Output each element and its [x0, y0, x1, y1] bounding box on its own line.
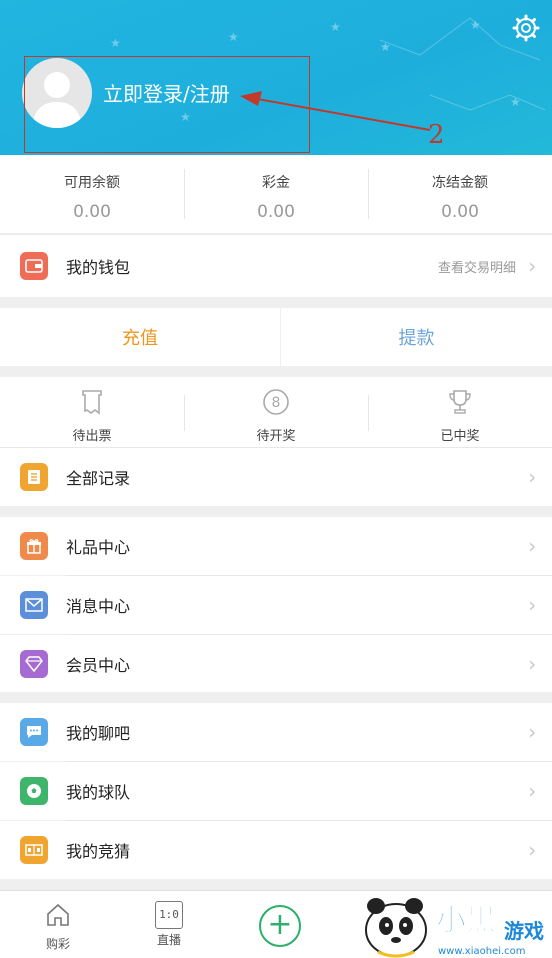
- svg-text:小黑: 小黑: [436, 903, 496, 938]
- all-records-label: 全部记录: [66, 469, 131, 488]
- gift-center-row[interactable]: 礼品中心 ›: [0, 517, 552, 575]
- site-watermark-logo: 小黑 游戏 www.xiaohei.com: [365, 898, 544, 958]
- ticket-status-bar: 待出票 8 待开奖 已中奖: [0, 377, 552, 448]
- ticket-icon: [82, 390, 102, 415]
- gift-center-label: 礼品中心: [66, 538, 131, 557]
- chevron-right-icon: ›: [525, 534, 538, 558]
- pending-draw-tab[interactable]: 8 待开奖: [184, 377, 368, 447]
- tab-buy-lottery-label: 购彩: [45, 937, 70, 951]
- balance-available[interactable]: 可用余额 0.00: [0, 155, 184, 233]
- trophy-icon: [449, 390, 471, 414]
- balance-value: 0.00: [73, 202, 111, 222]
- chevron-right-icon: ›: [525, 838, 538, 862]
- gift-icon: [20, 532, 48, 560]
- my-chat-label: 我的聊吧: [66, 724, 131, 743]
- annotation-number: 2: [428, 120, 445, 150]
- recharge-button[interactable]: 充值: [0, 308, 280, 366]
- balance-frozen[interactable]: 冻结金额 0.00: [368, 155, 552, 233]
- envelope-icon: [20, 591, 48, 619]
- wallet-icon: [20, 252, 48, 280]
- all-records-row[interactable]: 全部记录 ›: [0, 448, 552, 506]
- add-button[interactable]: +: [259, 905, 301, 947]
- chevron-right-icon: ›: [525, 651, 538, 676]
- tab-buy-lottery[interactable]: 购彩: [8, 891, 108, 952]
- my-team-label: 我的球队: [66, 783, 131, 802]
- balance-bonus[interactable]: 彩金 0.00: [184, 155, 368, 233]
- wallet-row[interactable]: 我的钱包 查看交易明细 ›: [0, 234, 552, 297]
- number-8-icon: 8: [263, 389, 289, 415]
- transaction-details-link[interactable]: 查看交易明细: [438, 257, 516, 276]
- tab-live-label: 直播: [156, 933, 181, 947]
- chevron-right-icon: ›: [525, 254, 538, 278]
- chevron-right-icon: ›: [525, 593, 538, 617]
- pending-draw-label: 待开奖: [256, 429, 296, 444]
- balance-label: 可用余额: [64, 175, 120, 191]
- pending-issue-tab[interactable]: 待出票: [0, 377, 184, 447]
- my-guess-row[interactable]: 我的竞猜 ›: [0, 821, 552, 879]
- balance-summary: 可用余额 0.00 彩金 0.00 冻结金额 0.00: [0, 155, 552, 233]
- balance-label: 彩金: [262, 175, 290, 191]
- message-center-label: 消息中心: [66, 597, 131, 616]
- my-team-row[interactable]: 我的球队 ›: [0, 762, 552, 820]
- chevron-right-icon: ›: [525, 720, 538, 744]
- chevron-right-icon: ›: [525, 465, 538, 489]
- chat-icon: [20, 718, 48, 746]
- message-center-row[interactable]: 消息中心 ›: [0, 576, 552, 634]
- member-center-label: 会员中心: [66, 655, 131, 675]
- document-icon: [20, 463, 48, 491]
- svg-text:游戏: 游戏: [504, 919, 544, 943]
- won-tab[interactable]: 已中奖: [368, 377, 552, 447]
- annotation-arrow: [240, 91, 431, 131]
- member-center-row[interactable]: 会员中心 ›: [0, 635, 552, 692]
- my-chat-row[interactable]: 我的聊吧 ›: [0, 703, 552, 761]
- svg-text:8: 8: [272, 395, 281, 411]
- wallet-label: 我的钱包: [66, 258, 131, 277]
- pending-issue-label: 待出票: [72, 429, 112, 444]
- withdraw-button[interactable]: 提款: [281, 308, 552, 366]
- profile-header: ★ ★ ★ ★ ★ ★ ★ 立即登录/注册 2: [0, 0, 552, 155]
- balance-value: 0.00: [257, 202, 295, 222]
- won-label: 已中奖: [440, 429, 480, 444]
- soccer-ball-icon: [20, 777, 48, 805]
- scoreboard-live-icon: 1:0: [155, 901, 183, 929]
- diamond-icon: [20, 649, 48, 678]
- chevron-right-icon: ›: [525, 779, 538, 803]
- balance-value: 0.00: [441, 202, 479, 222]
- svg-text:www.xiaohei.com: www.xiaohei.com: [438, 946, 526, 957]
- tab-live[interactable]: 1:0 直播: [119, 891, 219, 948]
- my-guess-label: 我的竞猜: [66, 842, 131, 861]
- home-icon: [47, 903, 69, 926]
- scoreboard-icon: [20, 836, 48, 864]
- balance-label: 冻结金额: [432, 175, 488, 191]
